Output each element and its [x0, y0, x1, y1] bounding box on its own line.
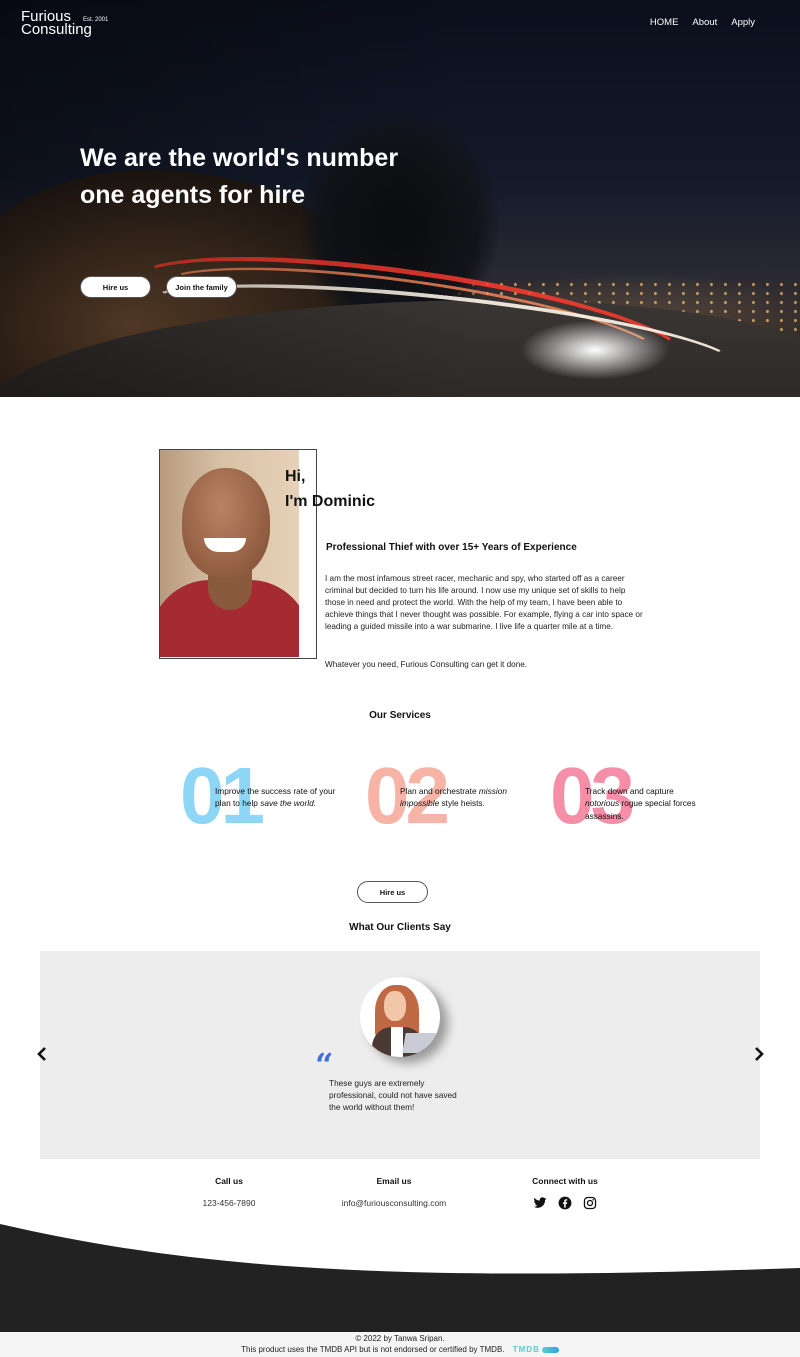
twitter-icon[interactable]	[533, 1196, 547, 1210]
service-text: Improve the success rate of your plan to…	[215, 786, 336, 809]
footer-wave	[0, 1224, 800, 1332]
site-logo[interactable]: Furious Consulting Est. 2001	[21, 9, 108, 38]
testimonial-quote: These guys are extremely professional, c…	[329, 1078, 457, 1113]
about-closing: Whatever you need, Furious Consulting ca…	[325, 660, 528, 669]
contact-social: Connect with us	[515, 1176, 615, 1210]
about-subtitle: Professional Thief with over 15+ Years o…	[326, 542, 577, 553]
phone-number[interactable]: 123-456-7890	[180, 1198, 278, 1208]
profile-photo	[160, 450, 299, 657]
service-text: Plan and orchestrate mission impossible …	[400, 786, 507, 809]
instagram-icon[interactable]	[583, 1196, 597, 1210]
about-bio: I am the most infamous street racer, mec…	[325, 574, 643, 632]
testimonial-carousel: “ These guys are extremely professional,…	[40, 951, 760, 1159]
email-address[interactable]: info@furiousconsulting.com	[320, 1198, 468, 1208]
greeting-line1: Hi,	[285, 468, 306, 485]
copyright: © 2022 by Tanwa Sripan.	[355, 1334, 445, 1343]
logo-established: Est. 2001	[83, 17, 109, 23]
connect-label: Connect with us	[532, 1176, 598, 1186]
service-item: 03 Track down and capture notorious rogu…	[550, 756, 730, 840]
call-label: Call us	[215, 1176, 243, 1186]
nav-link-about[interactable]: About	[692, 17, 717, 28]
footer: © 2022 by Tanwa Sripan. This product use…	[0, 1332, 800, 1357]
service-item: 02 Plan and orchestrate mission impossib…	[365, 756, 545, 840]
hero-title: We are the world's number one agents for…	[80, 144, 399, 209]
nav-link-home[interactable]: HOME	[650, 17, 679, 28]
services-title: Our Services	[369, 710, 431, 721]
join-family-button[interactable]: Join the family	[166, 276, 237, 298]
greeting-line2: I'm Dominic	[285, 493, 376, 510]
carousel-prev-arrow-icon[interactable]	[34, 1046, 50, 1062]
nav-links: HOME About Apply	[650, 17, 755, 28]
nav-link-apply[interactable]: Apply	[731, 17, 755, 28]
social-links	[515, 1196, 615, 1210]
contact-call: Call us 123-456-7890	[180, 1176, 278, 1208]
service-text: Track down and capture notorious rogue s…	[585, 786, 696, 821]
tmdb-disclaimer: This product uses the TMDB API but is no…	[0, 1344, 800, 1356]
client-avatar	[360, 977, 440, 1057]
hire-us-button-secondary[interactable]: Hire us	[357, 881, 428, 903]
greeting-heading: Hi, I'm Dominic	[285, 464, 375, 514]
hero-section: Furious Consulting Est. 2001 HOME About …	[0, 0, 800, 397]
carousel-next-arrow-icon[interactable]	[751, 1046, 767, 1062]
tmdb-logo[interactable]: TMDB	[513, 1344, 559, 1356]
logo-line2: Consulting	[21, 21, 92, 38]
service-item: 01 Improve the success rate of your plan…	[180, 756, 360, 840]
clients-title: What Our Clients Say	[349, 922, 451, 933]
contact-email: Email us info@furiousconsulting.com	[320, 1176, 468, 1208]
email-label: Email us	[376, 1176, 412, 1186]
facebook-icon[interactable]	[558, 1196, 572, 1210]
hire-us-button[interactable]: Hire us	[80, 276, 151, 298]
navbar: Furious Consulting Est. 2001 HOME About …	[0, 0, 800, 50]
